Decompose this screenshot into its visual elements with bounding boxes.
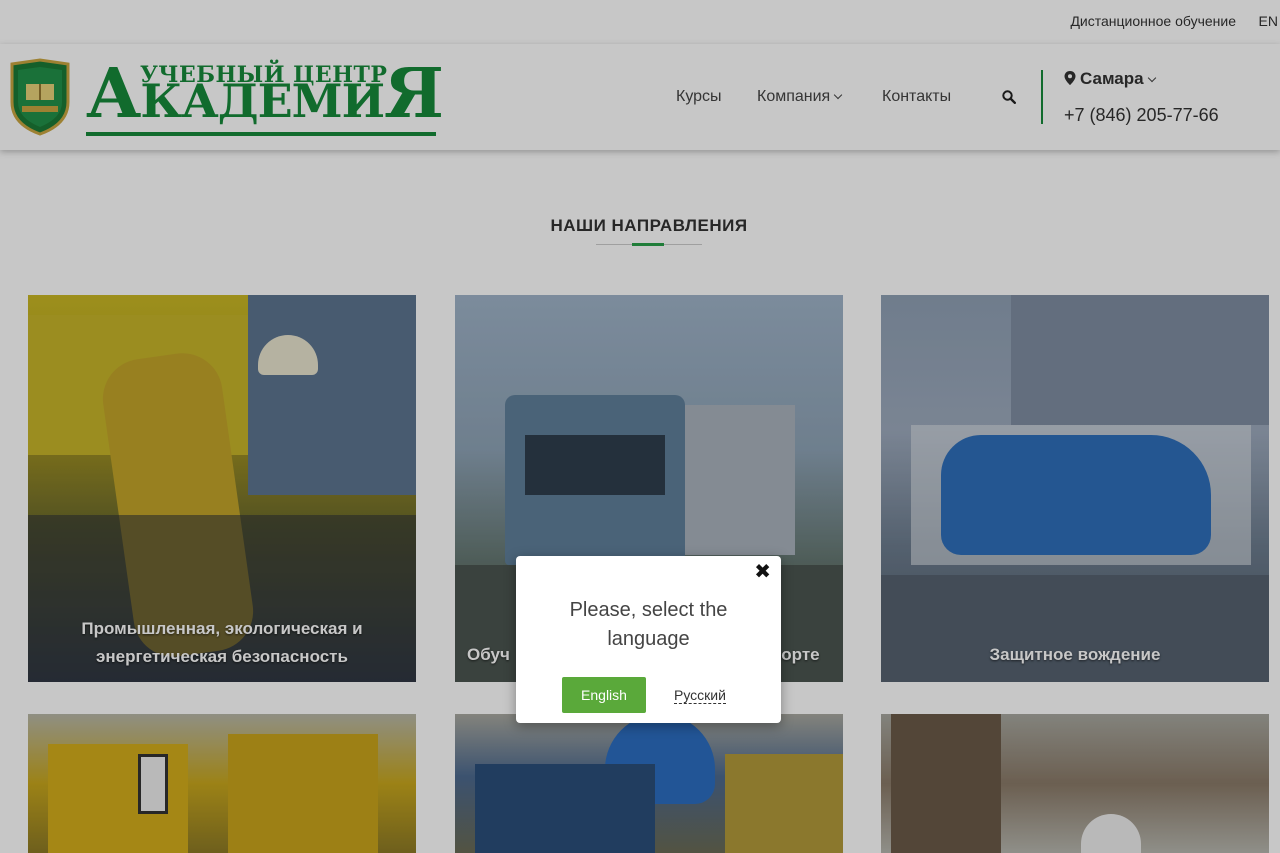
language-modal: ✖ Please, select the language English Ру… — [516, 556, 781, 723]
modal-backdrop[interactable] — [0, 0, 1280, 853]
modal-message-line: language — [607, 628, 690, 650]
close-icon[interactable]: ✖ — [754, 559, 771, 584]
english-button[interactable]: English — [562, 677, 646, 713]
modal-message-line: Please, select the — [569, 599, 728, 621]
modal-message: Please, select the language — [516, 596, 781, 654]
russian-link[interactable]: Русский — [674, 687, 726, 704]
